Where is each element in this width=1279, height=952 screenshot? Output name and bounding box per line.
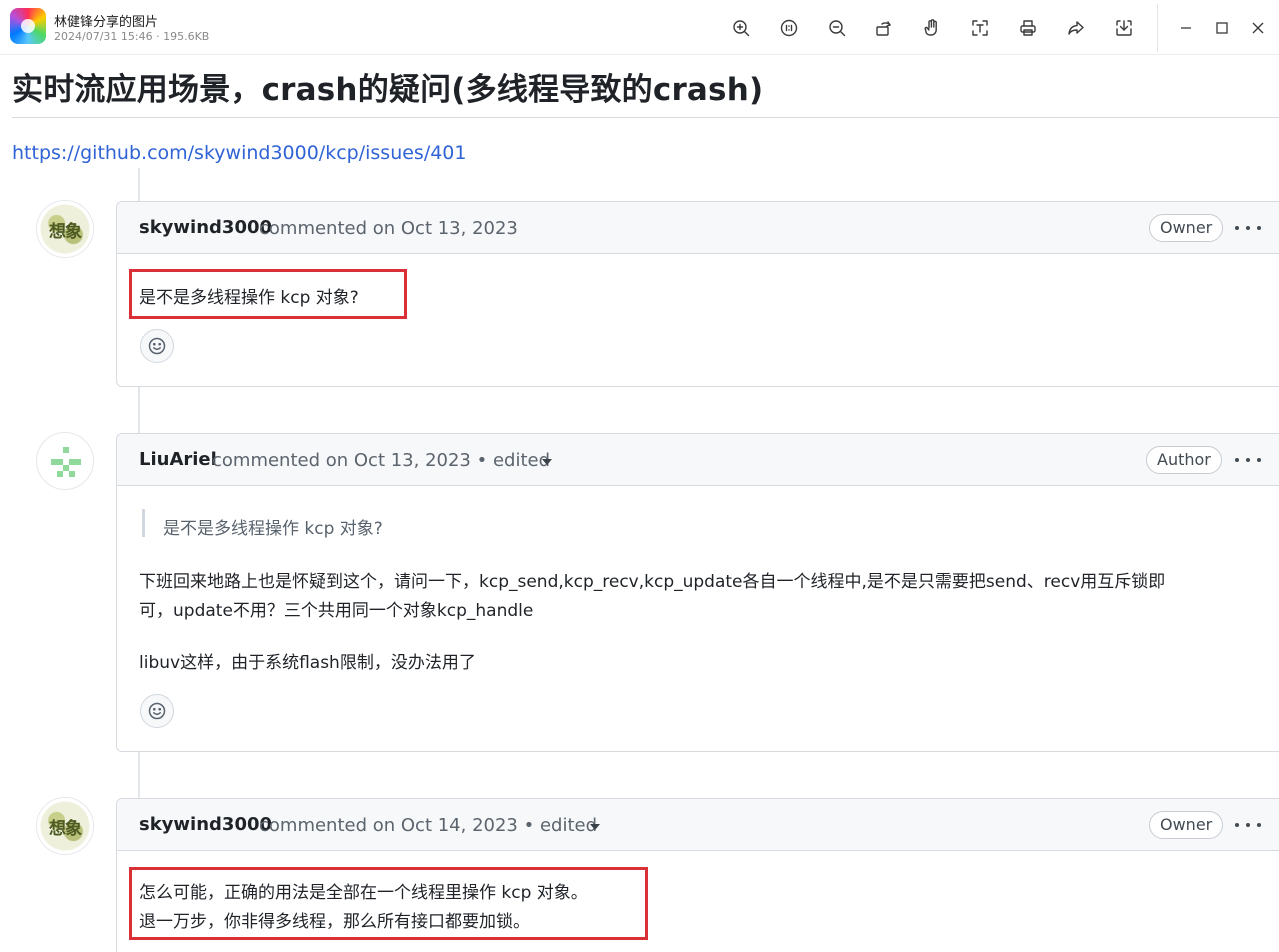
add-reaction-button[interactable] [140, 694, 174, 728]
actual-size-icon[interactable] [775, 14, 803, 42]
rotate-icon[interactable] [870, 14, 898, 42]
title-divider [12, 117, 1279, 118]
comment-header: LiuAriel commented on Oct 13, 2023 • edi… [117, 434, 1279, 486]
page-title: 实时流应用场景，crash的疑问(多线程导致的crash) [12, 72, 764, 108]
timeline-line [138, 752, 140, 800]
comment-body: 是不是多线程操作 kcp 对象? [139, 288, 359, 308]
download-icon[interactable] [1110, 14, 1138, 42]
comment-body: 退一万步，你非得多线程，那么所有接口都要加锁。 [139, 912, 530, 932]
comment-card: skywind3000 commented on Oct 14, 2023 • … [116, 798, 1279, 952]
comment-author[interactable]: LiuAriel [139, 449, 217, 470]
comment-author[interactable]: skywind3000 [139, 217, 272, 238]
more-options-icon[interactable] [1235, 813, 1261, 837]
role-badge: Owner [1149, 214, 1224, 242]
avatar[interactable] [36, 432, 94, 490]
minimize-icon[interactable] [1172, 14, 1200, 42]
add-reaction-button[interactable] [140, 329, 174, 363]
blockquote-bar [142, 509, 145, 537]
window-title: 林健锋分享的图片 [54, 15, 159, 30]
text-extract-icon[interactable] [966, 14, 994, 42]
more-options-icon[interactable] [1235, 216, 1261, 240]
hand-pan-icon[interactable] [918, 14, 946, 42]
comment-author[interactable]: skywind3000 [139, 814, 272, 835]
avatar[interactable]: 想象 [36, 200, 94, 258]
comment-body: 怎么可能，正确的用法是全部在一个线程里操作 kcp 对象。 [139, 883, 588, 903]
role-badge: Author [1146, 446, 1222, 474]
comment-timestamp[interactable]: commented on Oct 13, 2023 • edited [212, 450, 550, 471]
comment-header: skywind3000 commented on Oct 13, 2023 Ow… [117, 202, 1279, 254]
comment-card: LiuAriel commented on Oct 13, 2023 • edi… [116, 433, 1279, 752]
timeline-line [138, 387, 140, 435]
print-icon[interactable] [1014, 14, 1042, 42]
comment-timestamp[interactable]: commented on Oct 14, 2023 • edited [259, 815, 597, 836]
comment-timestamp[interactable]: commented on Oct 13, 2023 [259, 218, 518, 239]
zoom-out-icon[interactable] [823, 14, 851, 42]
maximize-icon[interactable] [1208, 14, 1236, 42]
zoom-in-icon[interactable] [727, 14, 755, 42]
comment-card: skywind3000 commented on Oct 13, 2023 Ow… [116, 201, 1279, 387]
issue-link[interactable]: https://github.com/skywind3000/kcp/issue… [12, 142, 467, 164]
comment-header: skywind3000 commented on Oct 14, 2023 • … [117, 799, 1279, 851]
share-icon[interactable] [1062, 14, 1090, 42]
avatar[interactable]: 想象 [36, 797, 94, 855]
timeline-line [138, 168, 140, 202]
toolbar-divider [1157, 4, 1158, 52]
blockquote-text: 是不是多线程操作 kcp 对象? [163, 519, 383, 539]
role-badge: Owner [1149, 811, 1224, 839]
comment-body: 下班回来地路上也是怀疑到这个，请问一下，kcp_send,kcp_recv,kc… [139, 572, 1166, 592]
app-logo-icon [10, 8, 46, 44]
identicon-avatar [51, 447, 81, 477]
viewer-titlebar: 林健锋分享的图片 2024/07/31 15:46 · 195.6KB [0, 0, 1279, 55]
avatar-image: 想象 [37, 201, 93, 257]
comment-body: 可，update不用？三个共用同一个对象kcp_handle [139, 601, 534, 621]
comment-body: libuv这样，由于系统flash限制，没办法用了 [139, 653, 476, 673]
edit-history-chevron-down-icon[interactable] [590, 824, 600, 830]
edit-history-chevron-down-icon[interactable] [542, 459, 552, 465]
close-icon[interactable] [1244, 14, 1272, 42]
file-meta: 2024/07/31 15:46 · 195.6KB [54, 30, 210, 43]
more-options-icon[interactable] [1235, 448, 1261, 472]
avatar-image: 想象 [37, 798, 93, 854]
